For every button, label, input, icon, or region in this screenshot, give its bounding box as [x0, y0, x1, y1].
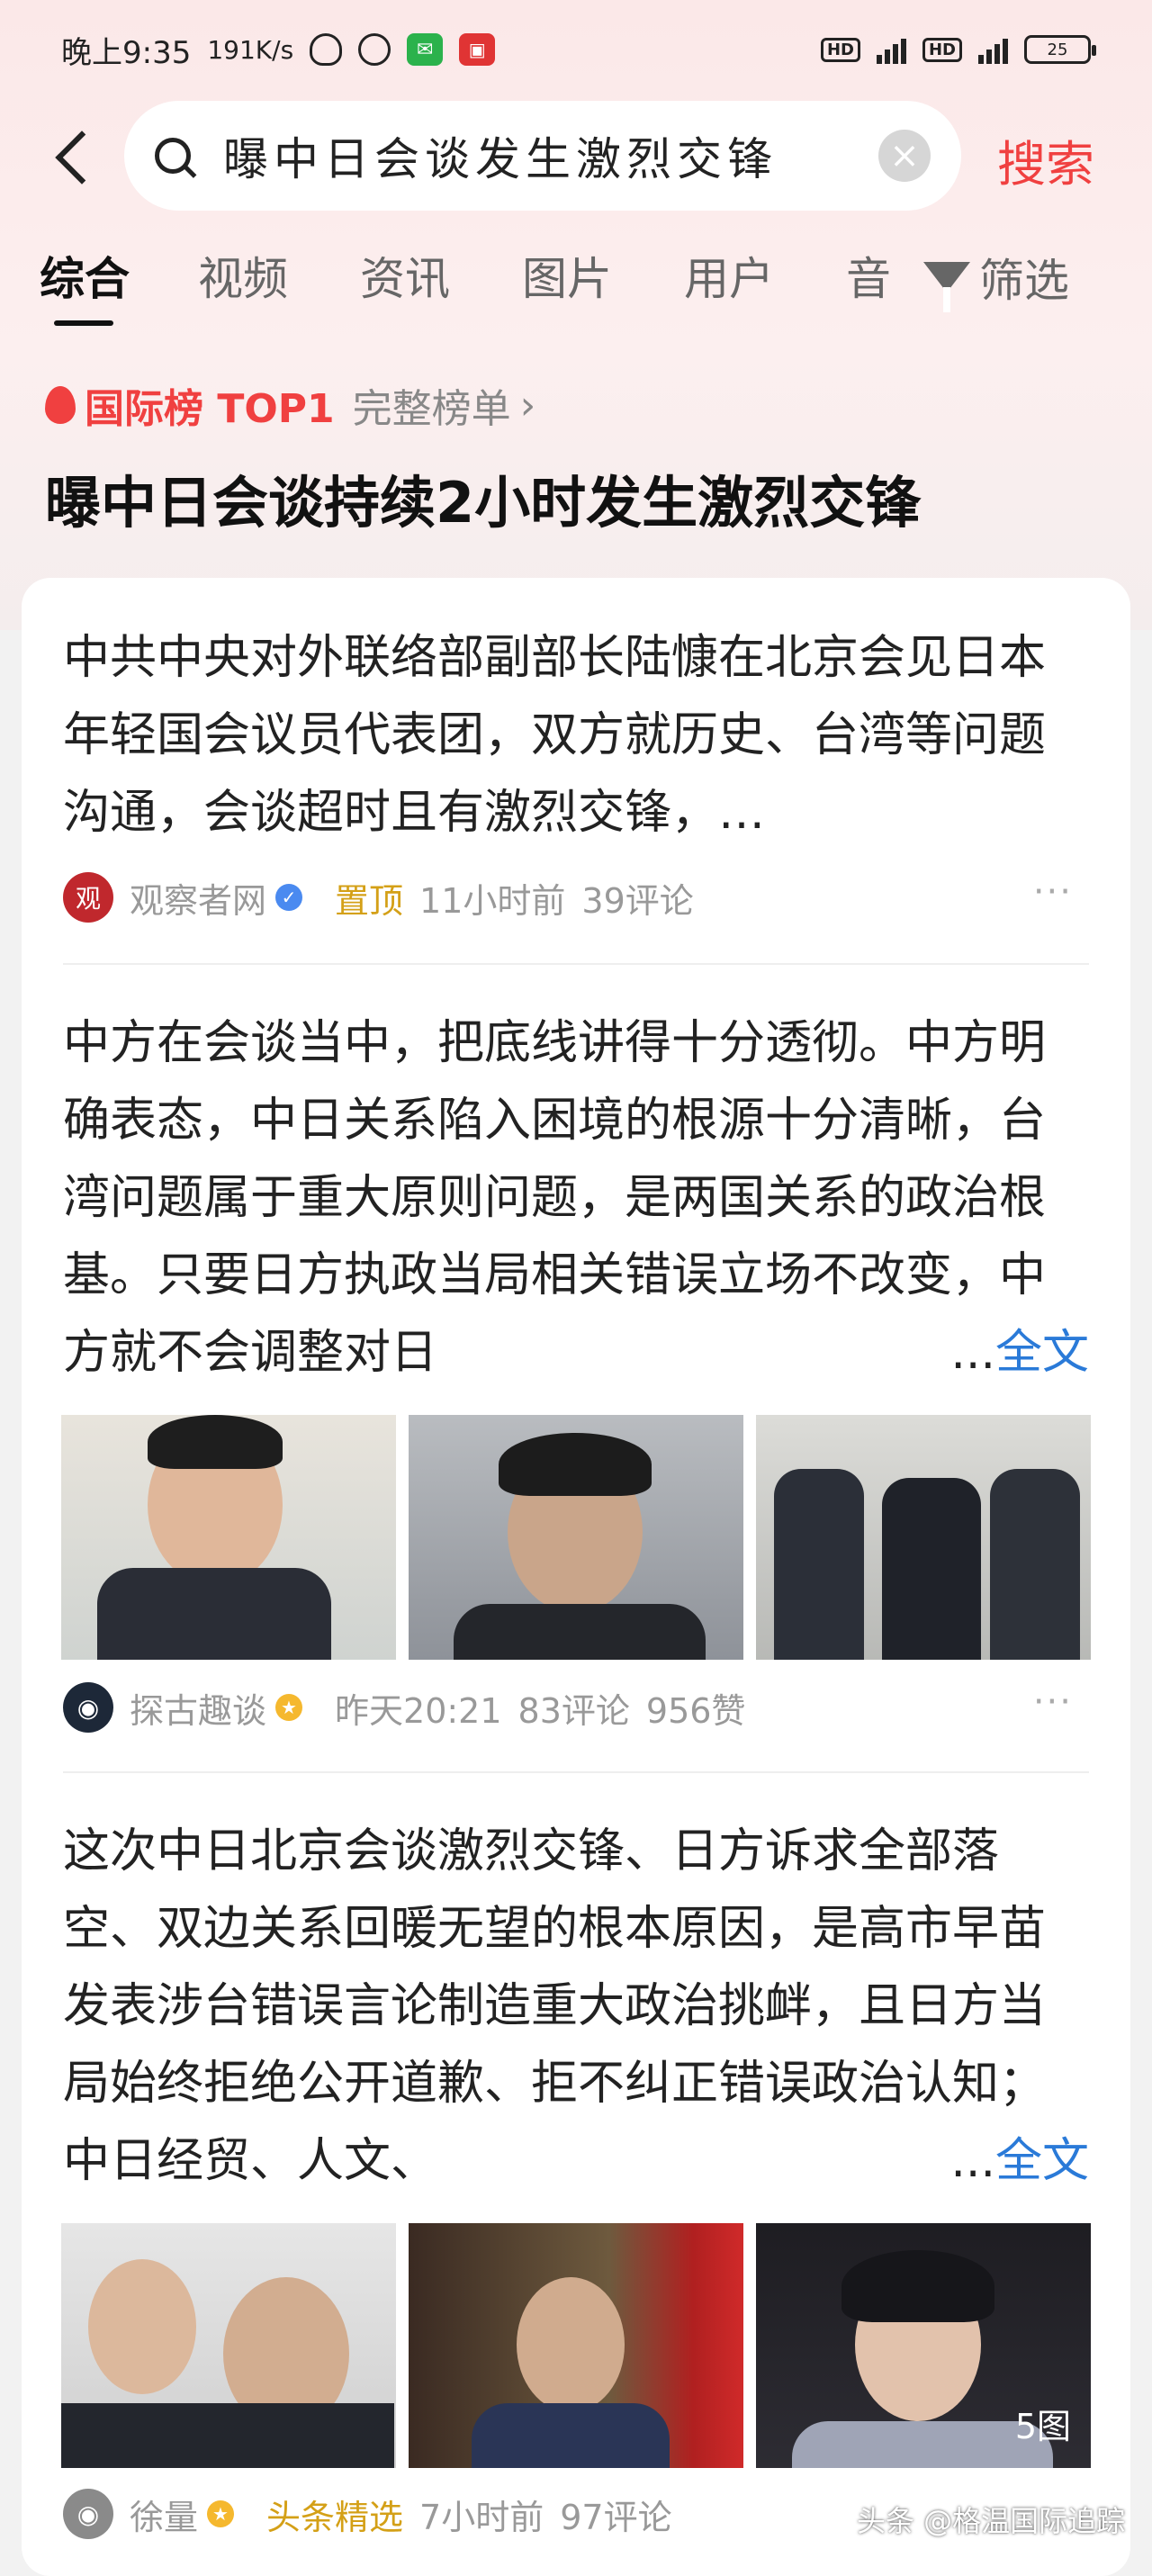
fulltext-label: 全文 [994, 1326, 1089, 1380]
result-item-2[interactable]: 中方在会谈当中，把底线讲得十分透彻。中方明确表态，中日关系陷入困境的根源十分清晰… [63, 1004, 1089, 1392]
status-speed: 191K/s [207, 34, 294, 65]
person-suit [454, 1604, 706, 1660]
search-button[interactable]: 搜索 [997, 124, 1094, 195]
post-time: 昨天20:21 [335, 1690, 502, 1731]
pinned-badge: 置顶 [335, 880, 404, 921]
comment-count[interactable]: 39评论 [581, 873, 693, 923]
post-image[interactable] [409, 2223, 743, 2468]
watermark: 头条 @格温国际追踪 [857, 2504, 1126, 2538]
flame-icon [45, 386, 76, 424]
filter-icon [923, 262, 970, 312]
comment-count[interactable]: 97评论 [560, 2490, 671, 2539]
signal-icon-2 [978, 35, 1008, 64]
status-time: 晚上9:35 [61, 34, 192, 71]
more-options-icon[interactable]: ··· [1033, 871, 1073, 913]
back-arrow-icon [55, 131, 109, 185]
divider [63, 1771, 1089, 1773]
person-suit [61, 2403, 394, 2468]
comment-count[interactable]: 83评论 [518, 1683, 630, 1733]
full-list-link[interactable]: 完整榜单 [353, 376, 511, 434]
source-name[interactable]: 观察者网 [130, 873, 266, 923]
post-time: 11小时前 [419, 880, 566, 921]
image-count-badge: 5图 [1014, 2407, 1071, 2446]
post-image[interactable] [61, 1415, 396, 1660]
status-bar: 晚上9:35 191K/s ✉ ▣ HD HD 25 [0, 0, 1152, 99]
hot-topic-title[interactable]: 曝中日会谈持续2小时发生激烈交锋 [45, 457, 921, 538]
divider [63, 963, 1089, 965]
avatar[interactable]: ◉ [63, 1682, 113, 1733]
search-box[interactable]: × [124, 101, 961, 211]
rank-banner[interactable]: 国际榜 TOP1 完整榜单 › [45, 376, 536, 434]
result-item-1[interactable]: 中共中央对外联络部副部长陆慷在北京会见日本年轻国会议员代表团，双方就历史、台湾等… [63, 619, 1089, 851]
hd-icon-2: HD [922, 37, 962, 62]
avatar[interactable]: ◉ [63, 2489, 113, 2539]
clear-icon[interactable]: × [878, 130, 931, 182]
post-image[interactable] [409, 1415, 743, 1660]
tab-comprehensive[interactable]: 综合 [40, 243, 130, 308]
rank-label: 国际榜 TOP1 [85, 386, 335, 432]
tab-images[interactable]: 图片 [522, 243, 612, 308]
post-text[interactable]: 中方在会谈当中，把底线讲得十分透彻。中方明确表态，中日关系陷入困境的根源十分清晰… [63, 1004, 1089, 1392]
mute-icon [310, 33, 343, 66]
signal-icon [876, 35, 906, 64]
fulltext-label: 全文 [994, 2134, 1089, 2188]
post-time: 7小时前 [419, 2497, 544, 2537]
person-hair [148, 1415, 283, 1469]
tab-users[interactable]: 用户 [684, 243, 774, 308]
wechat-icon: ✉ [407, 33, 444, 66]
person-suit [882, 1478, 981, 1660]
app-notification-icon: ▣ [459, 33, 496, 66]
result-item-3[interactable]: 这次中日北京会谈激烈交锋、日方诉求全部落空、双边关系回暖无望的根本原因，是高市早… [63, 1813, 1089, 2200]
category-tabs: 综合 视频 资讯 图片 用户 音 筛选 [0, 234, 1152, 333]
expand-link[interactable]: ...全文 [938, 2122, 1089, 2200]
creator-badge-icon: ★ [207, 2500, 235, 2527]
filter-label: 筛选 [979, 255, 1069, 307]
post-image[interactable]: 5图 [756, 2223, 1091, 2468]
tab-active-indicator [54, 320, 113, 326]
back-button[interactable] [43, 115, 109, 196]
person-suit [990, 1469, 1080, 1660]
person-hair [842, 2250, 994, 2322]
person-face [88, 2259, 196, 2394]
post-image[interactable] [756, 1415, 1091, 1660]
person-suit [97, 1568, 331, 1660]
search-bar-row: × 搜索 [0, 99, 1152, 216]
filter-button[interactable]: 筛选 [923, 245, 1069, 312]
creator-badge-icon: ★ [275, 1694, 303, 1721]
image-grid [61, 1415, 1091, 1660]
ellipsis: ... [950, 2134, 995, 2188]
like-count[interactable]: 956赞 [646, 1683, 746, 1733]
avatar[interactable]: 观 [63, 872, 113, 923]
post-text[interactable]: 中共中央对外联络部副部长陆慷在北京会见日本年轻国会议员代表团，双方就历史、台湾等… [63, 619, 1089, 851]
tab-audio[interactable]: 音 [846, 243, 891, 308]
person-suit [792, 2421, 1053, 2468]
post-meta: 观 观察者网 ✓ 置顶 11小时前 39评论 ··· [63, 866, 1089, 929]
person-face [517, 2277, 625, 2412]
post-image[interactable] [61, 2223, 396, 2468]
ellipsis: ... [950, 1326, 995, 1380]
battery-icon: 25 [1024, 35, 1096, 64]
source-name[interactable]: 徐量 [130, 2490, 198, 2539]
image-grid: 5图 [61, 2223, 1091, 2468]
post-meta: ◉ 探古趣谈 ★ 昨天20:21 83评论 956赞 ··· [63, 1676, 1089, 1739]
person-suit [774, 1469, 864, 1660]
search-input[interactable] [221, 129, 878, 183]
source-name[interactable]: 探古趣谈 [130, 1683, 266, 1733]
more-options-icon[interactable]: ··· [1033, 1681, 1073, 1723]
post-text[interactable]: 这次中日北京会谈激烈交锋、日方诉求全部落空、双边关系回暖无望的根本原因，是高市早… [63, 1813, 1089, 2200]
person-hair [499, 1433, 652, 1496]
hd-icon: HD [820, 37, 860, 62]
verified-icon: ✓ [275, 884, 303, 911]
alarm-icon [358, 33, 392, 66]
expand-link[interactable]: ...全文 [938, 1314, 1089, 1392]
person-suit [472, 2403, 670, 2468]
tab-video[interactable]: 视频 [198, 243, 288, 308]
search-icon [155, 138, 191, 174]
featured-tag: 头条精选 [266, 2497, 404, 2537]
chevron-right-icon: › [519, 382, 536, 428]
tab-news[interactable]: 资讯 [360, 243, 450, 308]
